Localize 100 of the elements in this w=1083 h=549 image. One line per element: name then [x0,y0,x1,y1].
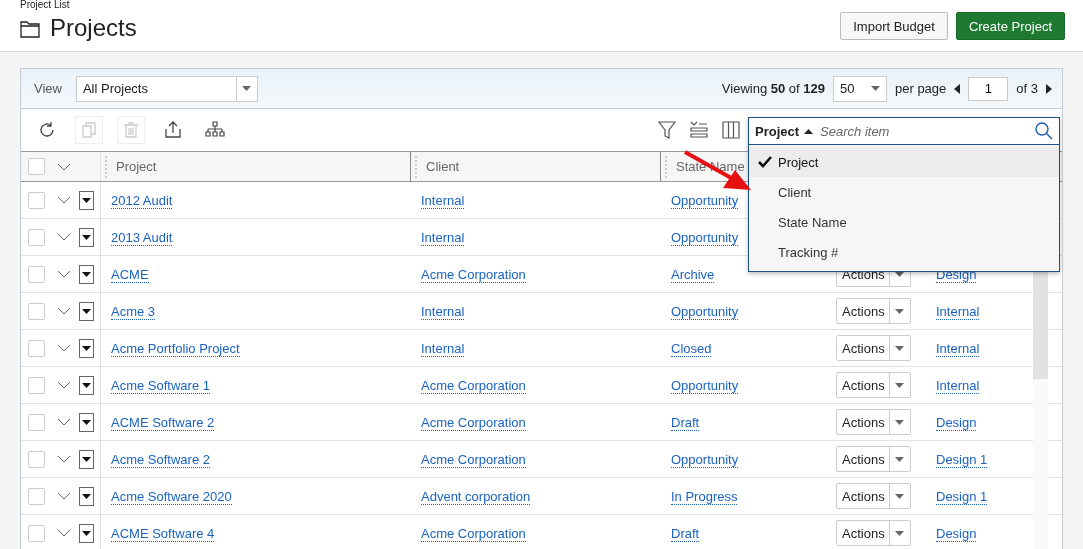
chevron-down-icon[interactable] [57,233,71,241]
project-link[interactable]: 2013 Audit [111,229,173,246]
row-checkbox[interactable] [28,191,45,209]
client-link[interactable]: Acme Corporation [421,451,526,468]
page-input[interactable]: 1 [968,76,1009,101]
per-page-select[interactable]: 50 [833,75,887,102]
chevron-down-icon[interactable] [57,455,71,463]
state-link[interactable]: Opportunity [671,229,739,246]
phase-link[interactable]: Internal [936,303,980,320]
actions-dropdown[interactable]: Actions [836,520,911,546]
row-checkbox[interactable] [28,524,45,542]
search-bar[interactable]: Project Search item [749,118,1059,145]
phase-link[interactable]: Internal [936,340,980,357]
row-checkbox[interactable] [28,302,45,320]
header-button[interactable]: Create Project [955,12,1065,40]
row-menu-button[interactable] [79,486,94,506]
filter-icon[interactable] [658,121,676,139]
actions-dropdown[interactable]: Actions [836,372,911,398]
project-link[interactable]: ACME [111,266,149,283]
row-checkbox[interactable] [28,376,45,394]
view-select[interactable]: All Projects [75,75,258,102]
caret-icon [242,86,252,91]
next-page-icon[interactable] [1046,83,1052,94]
actions-dropdown[interactable]: Actions [836,335,911,361]
project-link[interactable]: ACME Software 4 [111,525,215,542]
phase-link[interactable]: Design 1 [936,488,988,505]
row-menu-button[interactable] [79,190,94,210]
columns-icon[interactable] [722,121,740,139]
previous-page-icon[interactable] [954,83,961,94]
state-link[interactable]: Draft [671,525,700,542]
project-link[interactable]: Acme Software 2 [111,451,210,468]
select-all-checkbox[interactable] [28,158,45,175]
phase-link[interactable]: Internal [936,377,980,394]
chevron-down-icon[interactable] [57,492,71,500]
row-menu-button[interactable] [79,375,94,395]
row-menu-button[interactable] [79,338,94,358]
chevron-down-icon[interactable] [57,381,71,389]
phase-link[interactable]: Design 1 [936,451,988,468]
row-checkbox[interactable] [28,450,45,468]
state-link[interactable]: In Progress [671,488,738,505]
actions-dropdown[interactable]: Actions [836,298,911,324]
chevron-down-icon[interactable] [57,196,71,204]
row-checkbox[interactable] [28,487,45,505]
chevron-down-icon[interactable] [57,344,71,352]
client-link[interactable]: Advent corporation [421,488,531,505]
client-link[interactable]: Internal [421,229,465,246]
list-settings-icon[interactable] [690,121,708,139]
search-icon[interactable] [1035,122,1053,140]
project-link[interactable]: ACME Software 2 [111,414,215,431]
row-checkbox[interactable] [28,413,45,431]
header-button[interactable]: Import Budget [840,12,948,40]
caret-icon [895,345,905,351]
menu-item[interactable]: Client [749,177,1059,207]
chevron-down-icon[interactable] [57,307,71,315]
project-link[interactable]: Acme Portfolio Project [111,340,240,357]
column-header[interactable]: Client [426,159,460,174]
row-menu-button[interactable] [79,227,94,247]
project-link[interactable]: Acme Software 2020 [111,488,232,505]
chevron-down-icon[interactable] [57,529,71,537]
client-link[interactable]: Acme Corporation [421,377,526,394]
row-checkbox[interactable] [28,339,45,357]
row-checkbox[interactable] [28,265,45,283]
phase-link[interactable]: Design [936,414,977,431]
row-menu-button[interactable] [79,523,94,543]
client-link[interactable]: Internal [421,192,465,209]
upload-icon [163,120,183,140]
caret-icon [82,271,91,277]
project-link[interactable]: Acme Software 1 [111,377,210,394]
state-link[interactable]: Closed [671,340,712,357]
actions-dropdown[interactable]: Actions [836,483,911,509]
menu-item[interactable]: Project [749,147,1059,177]
project-link[interactable]: Acme 3 [111,303,156,320]
state-link[interactable]: Draft [671,414,700,431]
chevron-down-icon[interactable] [57,270,71,278]
row-menu-button[interactable] [79,449,94,469]
breadcrumb[interactable]: Project List [20,0,70,10]
chevron-down-icon[interactable] [57,418,71,426]
state-link[interactable]: Opportunity [671,451,739,468]
actions-dropdown[interactable]: Actions [836,446,911,472]
state-link[interactable]: Opportunity [671,303,739,320]
project-link[interactable]: 2012 Audit [111,192,173,209]
chevron-down-icon[interactable] [57,162,71,171]
actions-dropdown[interactable]: Actions [836,409,911,435]
menu-item[interactable]: State Name [749,207,1059,237]
row-menu-button[interactable] [79,264,94,284]
client-link[interactable]: Internal [421,303,465,320]
client-link[interactable]: Acme Corporation [421,414,526,431]
phase-link[interactable]: Design [936,525,977,542]
row-menu-button[interactable] [79,412,94,432]
client-link[interactable]: Acme Corporation [421,525,526,542]
state-link[interactable]: Opportunity [671,192,739,209]
column-header[interactable]: Project [116,159,157,174]
state-link[interactable]: Opportunity [671,377,739,394]
caret-icon [82,382,91,388]
client-link[interactable]: Internal [421,340,465,357]
search-input[interactable]: Search item [818,122,1030,140]
row-menu-button[interactable] [79,301,94,321]
client-link[interactable]: Acme Corporation [421,266,526,283]
state-link[interactable]: Archive [671,266,715,283]
row-checkbox[interactable] [28,228,45,246]
